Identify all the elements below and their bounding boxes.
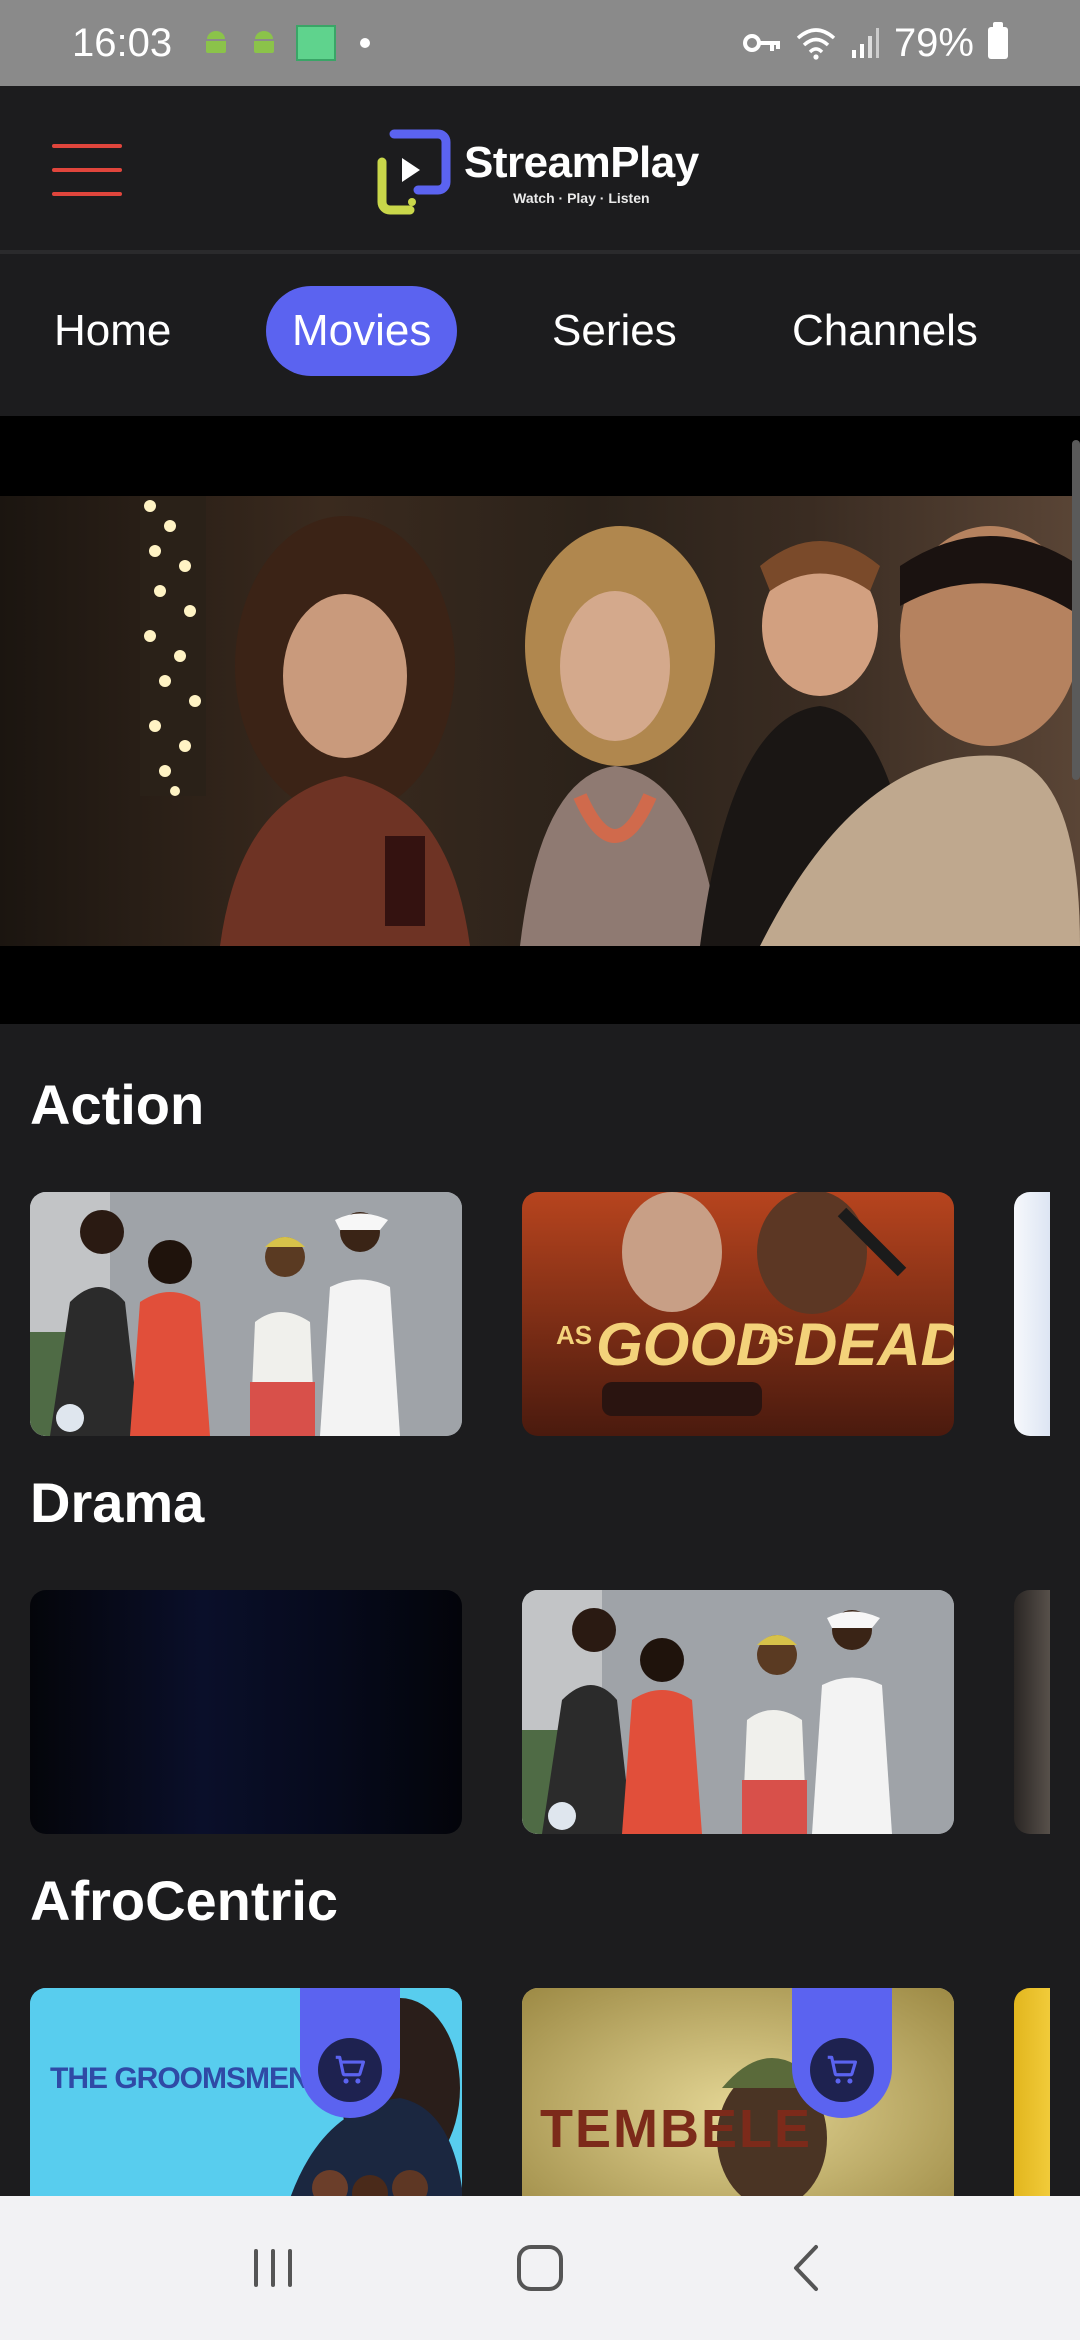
logo-name: StreamPlay <box>464 138 699 187</box>
vpn-key-icon <box>742 34 780 52</box>
poster-title: THE GROOMSMEN <box>50 2062 310 2095</box>
dot-icon <box>360 38 371 48</box>
row-action[interactable]: AS GOOD AS DEAD <box>30 1192 1080 1436</box>
cart-icon-wrap <box>318 2038 382 2102</box>
status-bar: 16:03 79% <box>0 0 1080 86</box>
home-button[interactable] <box>500 2228 580 2308</box>
home-icon <box>516 2245 563 2291</box>
movie-card[interactable] <box>30 1590 462 1834</box>
tab-channels[interactable]: Channels <box>766 286 1004 376</box>
section-title-afrocentric: AfroCentric <box>30 1869 339 1932</box>
logo-icon <box>377 129 451 215</box>
row-afrocentric[interactable]: THE GROOMSMEN TEMBELE <box>30 1988 1080 2196</box>
battery-percent: 79% <box>893 20 974 65</box>
poster-title-part: GOOD <box>596 1311 780 1378</box>
poster-title: TEMBELE <box>540 2099 813 2159</box>
hamburger-icon <box>52 144 122 148</box>
poster-title-part: AS <box>556 1320 593 1350</box>
hamburger-icon <box>52 168 122 172</box>
movie-card-partial[interactable] <box>1014 1192 1050 1436</box>
purchase-button[interactable] <box>792 1988 892 2118</box>
row-drama[interactable] <box>30 1590 1080 1834</box>
hero-banner[interactable] <box>0 416 1080 1024</box>
movie-poster <box>30 1192 462 1436</box>
logo-tagline: Watch · Play · Listen <box>513 190 650 206</box>
app-logo[interactable]: StreamPlay Watch · Play · Listen <box>372 122 699 222</box>
system-nav-bar <box>0 2196 1080 2340</box>
tab-series[interactable]: Series <box>526 286 703 376</box>
android-icon <box>206 31 227 53</box>
movie-card-partial[interactable] <box>1014 1590 1050 1834</box>
back-icon <box>793 2245 818 2291</box>
section-title-drama: Drama <box>30 1471 205 1534</box>
hero-image <box>0 496 1080 946</box>
hero-scrollbar[interactable] <box>1072 440 1080 780</box>
app-header: StreamPlay Watch · Play · Listen <box>0 86 1080 254</box>
menu-button[interactable] <box>52 144 122 196</box>
movie-card[interactable]: TEMBELE <box>522 1988 954 2196</box>
logo-text: StreamPlay Watch · Play · Listen <box>464 138 699 206</box>
tab-home[interactable]: Home <box>28 286 197 376</box>
cart-icon <box>827 2055 858 2084</box>
status-right: 79% <box>742 21 1008 66</box>
signal-icon <box>851 28 879 58</box>
status-time: 16:03 <box>72 20 173 65</box>
recent-apps-button[interactable] <box>233 2228 313 2308</box>
recent-apps-icon <box>254 2249 293 2287</box>
movie-poster <box>522 1590 954 1834</box>
movie-card-partial[interactable] <box>1014 1988 1050 2196</box>
hamburger-icon <box>52 192 122 196</box>
category-tabs: Home Movies Series Channels <box>0 258 1080 416</box>
battery-icon <box>988 22 1008 59</box>
poster-title-part: DEAD <box>794 1311 954 1378</box>
notification-square-icon <box>296 25 337 61</box>
hero-scene <box>140 496 1080 946</box>
poster-title-part: AS <box>758 1320 795 1350</box>
section-title-action: Action <box>30 1073 205 1136</box>
tab-movies[interactable]: Movies <box>266 286 458 376</box>
cart-icon <box>335 2055 366 2084</box>
purchase-button[interactable] <box>300 1988 400 2118</box>
status-left: 16:03 <box>72 20 371 66</box>
android-icon <box>254 31 275 53</box>
movie-card[interactable] <box>30 1192 462 1436</box>
movie-card[interactable]: AS GOOD AS DEAD <box>522 1192 954 1436</box>
back-button[interactable] <box>767 2228 847 2308</box>
wifi-icon <box>796 28 836 60</box>
movie-card[interactable]: THE GROOMSMEN <box>30 1988 462 2196</box>
screen: 16:03 79% StreamPlay Watch · Play · List… <box>0 0 1080 2340</box>
cart-icon-wrap <box>810 2038 874 2102</box>
movie-card[interactable] <box>522 1590 954 1834</box>
